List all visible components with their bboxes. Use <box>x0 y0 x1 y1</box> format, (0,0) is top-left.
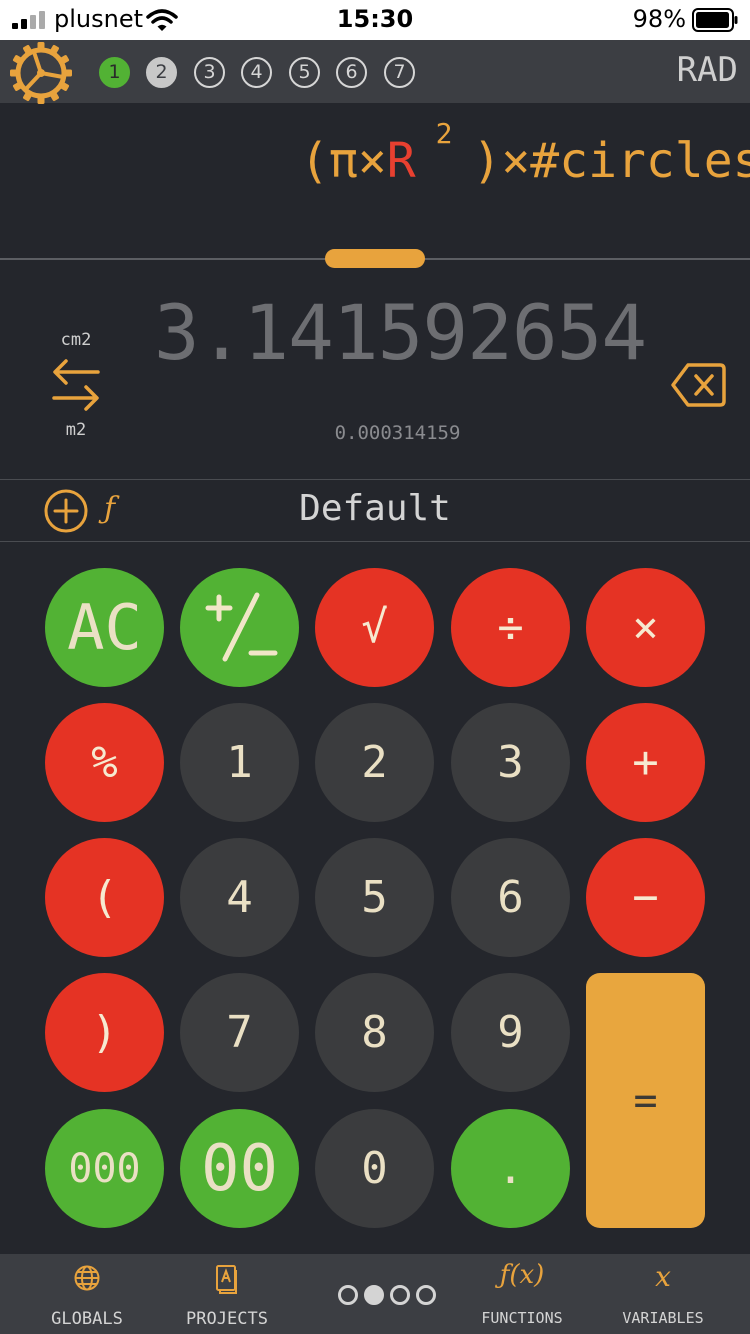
expr-pi: π <box>328 133 358 189</box>
function-icon: ƒ(x) <box>499 1260 545 1290</box>
double-zero-button[interactable]: 00 <box>180 1109 299 1228</box>
digit-6-button[interactable]: 6 <box>451 838 570 957</box>
expression-display[interactable]: (π×R 2)×#circles <box>0 103 750 259</box>
expr-variable-r: R <box>386 133 416 189</box>
angle-mode-toggle[interactable]: RAD <box>677 50 738 90</box>
plus-minus-icon <box>205 592 277 661</box>
top-toolbar: 1 2 3 4 5 6 7 RAD <box>0 40 750 104</box>
gear-icon[interactable] <box>8 42 74 104</box>
page-indicator-dot <box>416 1285 436 1305</box>
digit-9-button[interactable]: 9 <box>451 973 570 1092</box>
project-book-icon <box>216 1265 237 1294</box>
plus-minus-button[interactable] <box>180 568 299 687</box>
battery-icon <box>692 8 738 32</box>
page-tab-4[interactable]: 4 <box>241 57 272 88</box>
expr-times-1: × <box>357 133 387 189</box>
nav-functions-label: FUNCTIONS <box>481 1309 563 1327</box>
digit-5-button[interactable]: 5 <box>315 838 434 957</box>
close-paren-button[interactable]: ) <box>45 973 164 1092</box>
nav-globals-label: GLOBALS <box>51 1309 123 1329</box>
page-tab-6[interactable]: 6 <box>336 57 367 88</box>
square-root-button[interactable]: √ <box>315 568 434 687</box>
page-indicator-dot <box>390 1285 410 1305</box>
triple-zero-button[interactable]: 000 <box>45 1109 164 1228</box>
equals-button[interactable]: = <box>586 973 705 1228</box>
nav-functions[interactable]: ƒ(x) FUNCTIONS <box>457 1254 587 1334</box>
separator <box>0 479 750 480</box>
globe-icon <box>74 1265 100 1291</box>
divide-button[interactable]: ÷ <box>451 568 570 687</box>
nav-variables-label: VARIABLES <box>622 1309 704 1327</box>
plus-button[interactable]: + <box>586 703 705 822</box>
nav-projects-label: PROJECTS <box>186 1309 268 1329</box>
digit-0-button[interactable]: 0 <box>315 1109 434 1228</box>
page-indicator[interactable] <box>338 1283 440 1307</box>
expr-exponent: 2 <box>435 117 453 150</box>
minus-button[interactable]: − <box>586 838 705 957</box>
page-tab-7[interactable]: 7 <box>384 57 415 88</box>
multiply-button[interactable]: × <box>586 568 705 687</box>
percent-button[interactable]: % <box>45 703 164 822</box>
variable-icon: x <box>655 1260 671 1293</box>
all-clear-button[interactable]: AC <box>45 568 164 687</box>
separator <box>0 541 750 542</box>
page-tab-3[interactable]: 3 <box>194 57 225 88</box>
nav-variables[interactable]: x VARIABLES <box>598 1254 728 1334</box>
backspace-icon[interactable] <box>670 362 726 408</box>
digit-4-button[interactable]: 4 <box>180 838 299 957</box>
open-paren-button[interactable]: ( <box>45 838 164 957</box>
expr-close-paren: ) <box>472 133 502 189</box>
status-bar: plusnet 15:30 98% <box>0 0 750 40</box>
expr-open-paren: ( <box>300 133 329 189</box>
expression-text: (π×R 2)×#circles <box>300 117 750 189</box>
digit-3-button[interactable]: 3 <box>451 703 570 822</box>
preset-name[interactable]: Default <box>0 488 750 529</box>
page-indicator-dot <box>338 1285 358 1305</box>
converted-result: 0.000314159 <box>334 422 461 444</box>
page-tab-1[interactable]: 1 <box>99 57 130 88</box>
nav-projects[interactable]: PROJECTS <box>162 1254 292 1334</box>
drag-handle[interactable] <box>325 249 425 268</box>
digit-8-button[interactable]: 8 <box>315 973 434 1092</box>
digit-1-button[interactable]: 1 <box>180 703 299 822</box>
battery-percentage: 98% <box>632 5 686 33</box>
result-value: 3.141592654 <box>153 288 647 377</box>
page-tab-2[interactable]: 2 <box>146 57 177 88</box>
digit-2-button[interactable]: 2 <box>315 703 434 822</box>
nav-globals[interactable]: GLOBALS <box>22 1254 152 1334</box>
page-indicator-dot-active <box>364 1285 384 1305</box>
expr-times-2: × <box>501 133 531 189</box>
decimal-point-button[interactable]: . <box>451 1109 570 1228</box>
expr-variable-circles: #circles <box>530 133 750 189</box>
page-tab-5[interactable]: 5 <box>289 57 320 88</box>
digit-7-button[interactable]: 7 <box>180 973 299 1092</box>
